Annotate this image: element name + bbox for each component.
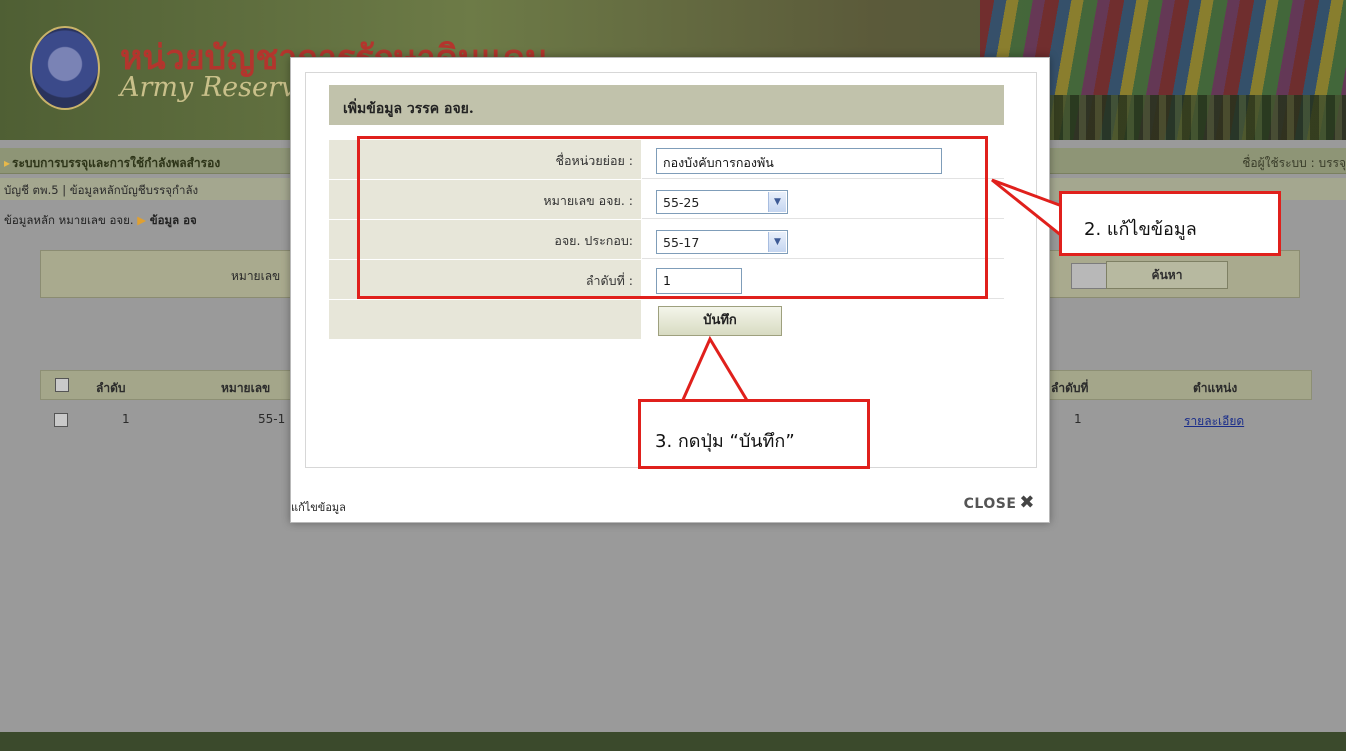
callout-step3: 3. กดปุ่ม “บันทึก”: [638, 399, 870, 469]
annotation-pointers: [679, 178, 1064, 404]
callout-step2: 2. แก้ไขข้อมูล: [1059, 191, 1281, 256]
callout-step3-text: 3. กดปุ่ม “บันทึก”: [655, 431, 795, 452]
callout-pointer-step3: [679, 335, 751, 404]
callout-step2-text: 2. แก้ไขข้อมูล: [1084, 219, 1197, 240]
callout-pointer-step2: [991, 178, 1064, 240]
